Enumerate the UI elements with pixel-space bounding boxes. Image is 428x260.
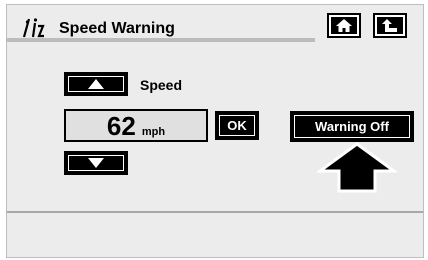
title-underline <box>7 38 315 42</box>
back-button[interactable] <box>373 13 407 38</box>
home-icon <box>336 19 352 32</box>
ok-button[interactable]: OK <box>215 111 259 140</box>
triangle-down-icon <box>88 158 104 168</box>
page-title: Speed Warning <box>59 20 175 37</box>
speed-up-button[interactable] <box>64 72 128 96</box>
warning-off-button[interactable]: Warning Off <box>290 111 414 142</box>
speed-label: Speed <box>140 77 183 93</box>
speed-unit: mph <box>141 126 166 138</box>
ok-button-label: OK <box>227 118 247 133</box>
settings-sliders-icon <box>22 18 45 38</box>
speed-value: 62 <box>106 111 136 141</box>
speed-down-button[interactable] <box>64 151 128 175</box>
speed-display: 62 mph <box>64 109 208 142</box>
back-arrow-icon <box>382 19 397 32</box>
pointer-arrow-icon <box>317 142 397 193</box>
speed-warning-screen: Speed Warning Speed 62 mph OK Warning Of… <box>6 4 424 258</box>
home-button[interactable] <box>327 13 361 38</box>
triangle-up-icon <box>88 79 104 89</box>
bottom-divider <box>7 211 423 213</box>
warning-off-label: Warning Off <box>315 119 389 134</box>
